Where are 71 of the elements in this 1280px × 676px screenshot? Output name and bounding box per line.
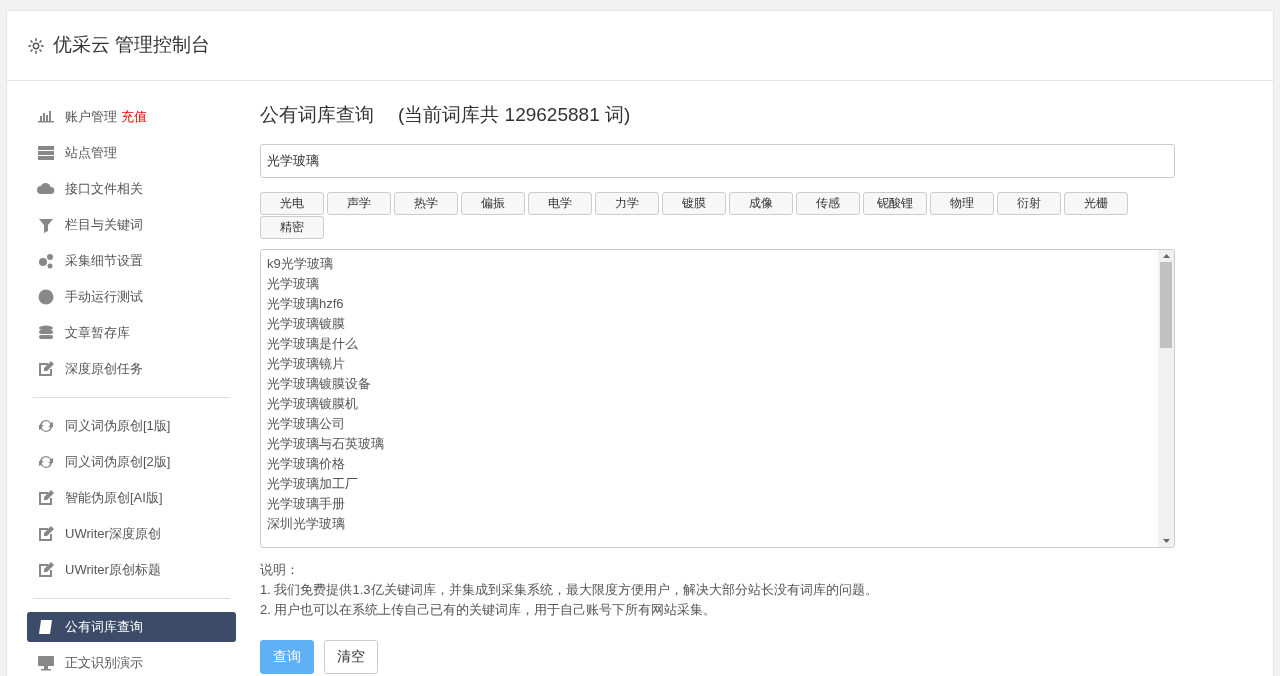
tag-button[interactable]: 声学 — [327, 191, 391, 215]
menu-icon — [37, 216, 55, 234]
menu-icon — [37, 144, 55, 162]
tag-button[interactable]: 铌酸锂 — [863, 191, 927, 215]
keyword-option[interactable]: 光学玻璃镀膜 — [267, 313, 1158, 334]
keyword-option[interactable]: 光学玻璃公司 — [267, 413, 1158, 434]
scrollbar-thumb[interactable] — [1160, 261, 1172, 348]
keyword-option[interactable]: 深圳光学玻璃 — [267, 513, 1158, 534]
tag-button[interactable]: 成像 — [729, 191, 793, 215]
sidebar-item[interactable]: 采集细节设置 — [27, 246, 236, 276]
tag-button[interactable]: 传感 — [796, 191, 860, 215]
keyword-option[interactable]: 光学玻璃 — [267, 273, 1158, 294]
clear-button[interactable]: 清空 — [324, 639, 378, 674]
menu-icon — [37, 360, 55, 378]
menu-icon — [37, 417, 55, 435]
keyword-option[interactable]: 光学玻璃加工厂 — [267, 473, 1158, 494]
scroll-up-icon[interactable] — [1162, 253, 1170, 258]
tag-button[interactable]: 光电 — [260, 191, 324, 215]
menu-icon — [37, 252, 55, 270]
keyword-option[interactable]: k9光学玻璃 — [267, 253, 1158, 274]
keyword-option[interactable]: 光学玻璃是什么 — [267, 333, 1158, 354]
menu-icon — [37, 654, 55, 672]
keyword-option[interactable]: 光学玻璃与石英玻璃 — [267, 433, 1158, 454]
menu-icon — [37, 288, 55, 306]
search-field[interactable]: 光学玻璃 — [260, 143, 1175, 178]
note-text: 2. 用户也可以在系统上传自己已有的关键词库，用于自己账号下所有网站采集。 — [260, 600, 718, 619]
results-list[interactable]: k9光学玻璃 光学玻璃 光学玻璃hzf6 光学玻璃镀膜 光学玻璃是什么 光学玻璃镜片 光学玻璃镀膜设备 光学玻璃镀膜机 光学玻璃公司 光学玻璃与石英玻璃 光学玻璃价格 光学玻璃加工厂 光学玻璃手册 深圳光学玻璃 — [260, 248, 1175, 548]
menu-icon — [37, 324, 55, 342]
tag-button[interactable]: 物理 — [930, 191, 994, 215]
keyword-option[interactable]: 光学玻璃hzf6 — [267, 293, 1158, 314]
tag-button[interactable]: 衍射 — [997, 191, 1061, 215]
console-title: 优采云 管理控制台 — [53, 33, 211, 58]
sidebar-item[interactable]: 智能伪原创[AI版] — [27, 483, 236, 513]
keyword-option[interactable]: 光学玻璃手册 — [267, 493, 1158, 514]
sidebar-item[interactable]: 接口文件相关 — [27, 174, 236, 204]
sidebar-item[interactable]: UWriter原创标题 — [27, 555, 236, 585]
sidebar-item[interactable]: 深度原创任务 — [27, 354, 236, 384]
sidebar-item[interactable]: 同义词伪原创[2版] — [27, 447, 236, 477]
keyword-option[interactable]: 光学玻璃镜片 — [267, 353, 1158, 374]
keyword-option[interactable]: 光学玻璃价格 — [267, 453, 1158, 474]
sidebar-item[interactable]: 站点管理 — [27, 138, 236, 168]
sidebar-item[interactable]: 手动运行测试 — [27, 282, 236, 312]
sidebar-item[interactable]: 栏目与关键词 — [27, 210, 236, 240]
note-text: 1. 我们免费提供1.3亿关键词库，并集成到采集系统，最大限度方便用户，解决大部分站长没有词库的问题。 — [260, 580, 879, 599]
notes-title: 说明： — [260, 560, 300, 579]
menu-icon — [37, 561, 55, 579]
sidebar-item[interactable]: 公有词库查询 — [27, 612, 236, 642]
menu-icon — [37, 453, 55, 471]
sidebar-item[interactable]: UWriter深度原创 — [27, 519, 236, 549]
tag-button[interactable]: 力学 — [595, 191, 659, 215]
tag-button[interactable]: 光栅 — [1064, 191, 1128, 215]
word-count: (当前词库共 129625881 词) — [398, 103, 631, 127]
tag-button[interactable]: 精密 — [260, 215, 324, 239]
sidebar-item[interactable]: 账户管理 充值 — [27, 102, 236, 132]
scroll-down-icon[interactable] — [1162, 538, 1170, 543]
tag-button[interactable]: 偏振 — [461, 191, 525, 215]
sidebar-item[interactable]: 文章暂存库 — [27, 318, 236, 348]
recharge-link[interactable]: 充值 — [121, 107, 147, 127]
keyword-option[interactable]: 光学玻璃镀膜设备 — [267, 373, 1158, 394]
menu-icon — [37, 489, 55, 507]
menu-icon — [37, 618, 55, 636]
sidebar-item[interactable]: 正文识别演示 — [27, 648, 236, 676]
tag-button[interactable]: 镀膜 — [662, 191, 726, 215]
settings-icon — [27, 36, 45, 55]
keyword-option[interactable]: 光学玻璃镀膜机 — [267, 393, 1158, 414]
sidebar-item[interactable]: 同义词伪原创[1版] — [27, 411, 236, 441]
page-title: 公有词库查询 — [260, 103, 374, 127]
menu-icon — [37, 525, 55, 543]
menu-icon — [37, 108, 55, 126]
tag-button[interactable]: 电学 — [528, 191, 592, 215]
tag-button[interactable]: 热学 — [394, 191, 458, 215]
